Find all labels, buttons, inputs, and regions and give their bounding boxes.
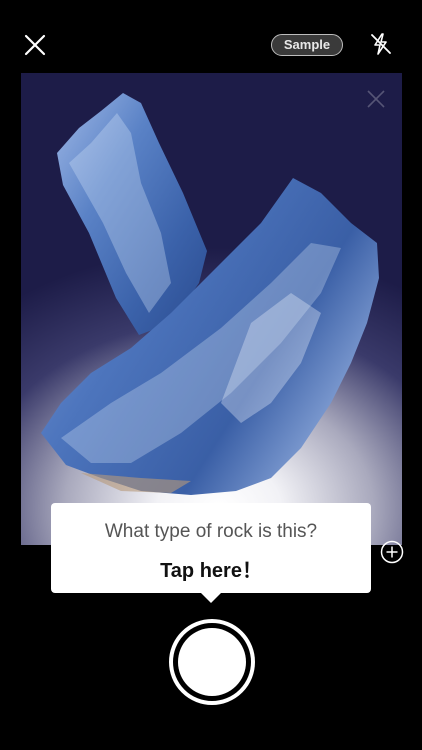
shutter-button[interactable] xyxy=(169,619,255,705)
close-button[interactable] xyxy=(22,32,48,58)
shutter-inner xyxy=(178,628,246,696)
tooltip-action[interactable]: Tap here！ xyxy=(51,554,371,583)
close-icon xyxy=(367,90,385,108)
sample-badge[interactable]: Sample xyxy=(271,34,343,56)
identify-tooltip[interactable]: What type of rock is this? Tap here！ xyxy=(51,503,371,603)
close-icon xyxy=(24,34,46,56)
flash-off-icon xyxy=(371,33,391,55)
plus-circle-icon xyxy=(380,540,404,564)
tooltip-question: What type of rock is this? xyxy=(104,521,318,542)
flash-toggle-button[interactable] xyxy=(368,31,394,57)
top-bar: Sample xyxy=(0,0,422,75)
blue-crystal-photo xyxy=(41,93,379,495)
camera-viewfinder[interactable] xyxy=(21,73,402,545)
add-photo-button[interactable] xyxy=(379,539,405,565)
